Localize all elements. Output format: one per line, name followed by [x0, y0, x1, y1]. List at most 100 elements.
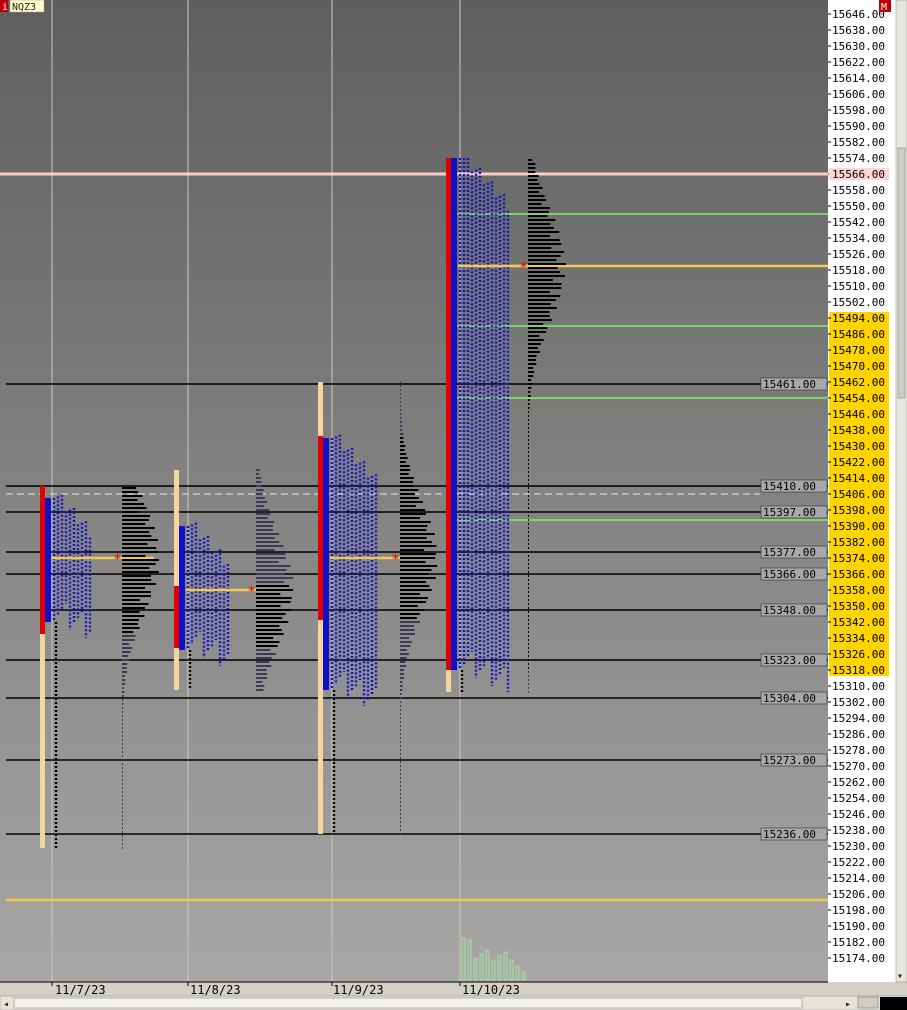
volume-profile-row	[122, 631, 134, 633]
volume-profile-row	[400, 477, 414, 479]
volume-profile-row	[400, 605, 418, 607]
scroll-down-arrow-icon[interactable]: ▾	[897, 971, 903, 982]
volume-profile-row	[256, 681, 263, 683]
volume-profile-row	[122, 619, 139, 621]
volume-profile-row	[528, 563, 529, 565]
volume-profile-row	[528, 615, 529, 617]
volume-profile-row	[122, 683, 126, 685]
vertical-scrollbar-thumb[interactable]	[897, 147, 906, 399]
volume-profile-row	[528, 223, 551, 225]
volume-profile-row	[400, 737, 401, 739]
price-tick-label: 15262.00	[832, 776, 885, 789]
level-label: 15410.00	[763, 480, 816, 493]
volume-profile-row	[122, 491, 139, 493]
volume-profile-row	[528, 355, 537, 357]
volume-profile-row	[400, 817, 401, 819]
volume-profile-row	[528, 455, 529, 457]
volume-profile-row	[528, 535, 529, 537]
volume-profile-row	[122, 803, 123, 805]
volume-profile-row	[400, 465, 410, 467]
volume-profile-row	[528, 219, 556, 221]
price-tick-label: 15582.00	[832, 136, 885, 149]
volume-profile-row	[400, 549, 425, 551]
price-tick-label: 15622.00	[832, 56, 885, 69]
volume-profile-row	[400, 589, 432, 591]
volume-profile-row	[528, 183, 540, 185]
volume-profile-row	[256, 541, 280, 543]
volume-profile-row	[122, 495, 143, 497]
volume-profile-row	[528, 495, 529, 497]
volume-profile-row	[122, 755, 123, 757]
level-label: 15461.00	[763, 378, 816, 391]
volume-profile-row	[122, 699, 124, 701]
volume-profile-row	[400, 389, 401, 391]
volume-profile-row	[400, 457, 408, 459]
volume-profile-row	[122, 535, 152, 537]
level-label: 15377.00	[763, 546, 816, 559]
volume-profile-row	[400, 721, 401, 723]
volume-profile-row	[400, 777, 401, 779]
poc-marker-icon: *	[520, 260, 527, 276]
volume-profile-row	[256, 605, 281, 607]
price-tick-label: 15382.00	[832, 536, 885, 549]
volume-profile-row	[256, 553, 286, 555]
volume-profile-row	[122, 783, 123, 785]
volume-profile-row	[122, 567, 150, 569]
volume-profile-row	[256, 625, 280, 627]
vertical-scrollbar[interactable]	[895, 0, 907, 983]
level-label: 15273.00	[763, 754, 816, 767]
volume-profile-row	[528, 307, 557, 309]
volume-profile-row	[122, 787, 123, 789]
volume-profile-row	[528, 435, 529, 437]
volume-profile-row	[528, 287, 562, 289]
volume-profile-row	[400, 385, 401, 387]
volume-profile-row	[400, 581, 427, 583]
volume-profile-row	[400, 741, 401, 743]
volume-profile-row	[528, 251, 565, 253]
volume-profile-row	[528, 471, 529, 473]
value-area-bar	[318, 436, 323, 620]
volume-profile-row	[528, 263, 566, 265]
price-tick-label: 15358.00	[832, 584, 885, 597]
value-area-bar	[446, 158, 451, 670]
price-tick-label: 15446.00	[832, 408, 885, 421]
volume-profile-row	[528, 243, 562, 245]
volume-profile-row	[528, 483, 529, 485]
volume-profile-row	[528, 531, 529, 533]
volume-profile-row	[528, 507, 529, 509]
volume-profile-row	[400, 809, 401, 811]
volume-profile-row	[256, 493, 263, 495]
volume-profile-row	[400, 573, 429, 575]
volume-profile-row	[400, 453, 407, 455]
volume-profile-row	[528, 599, 529, 601]
price-tick-label: 15526.00	[832, 248, 885, 261]
zoom-tool-icon[interactable]	[857, 996, 879, 1009]
volume-profile-row	[122, 603, 149, 605]
volume-bar	[497, 955, 502, 981]
volume-profile-row	[122, 607, 145, 609]
volume-profile-row	[528, 631, 529, 633]
volume-profile-row	[528, 179, 538, 181]
volume-profile-row	[256, 537, 275, 539]
volume-profile-row	[122, 651, 131, 653]
volume-profile-row	[528, 303, 551, 305]
volume-profile-row	[400, 481, 413, 483]
volume-profile-row	[528, 279, 553, 281]
volume-profile-row	[400, 509, 426, 511]
scroll-left-arrow-icon[interactable]: ◂	[3, 999, 9, 1010]
scroll-right-arrow-icon[interactable]: ▸	[845, 999, 851, 1010]
volume-profile-row	[400, 829, 401, 831]
volume-profile-row	[528, 255, 561, 257]
volume-profile-row	[122, 731, 123, 733]
volume-bar	[521, 971, 526, 981]
volume-profile-row	[122, 839, 123, 841]
volume-profile-row	[256, 641, 280, 643]
volume-profile-row	[528, 159, 533, 161]
volume-profile-row	[528, 643, 529, 645]
volume-profile-row	[122, 723, 123, 725]
volume-profile-row	[528, 447, 529, 449]
volume-profile-row	[400, 753, 401, 755]
level-label: 15348.00	[763, 604, 816, 617]
horizontal-scrollbar-thumb[interactable]	[13, 997, 803, 1009]
volume-profile-row	[256, 533, 280, 535]
